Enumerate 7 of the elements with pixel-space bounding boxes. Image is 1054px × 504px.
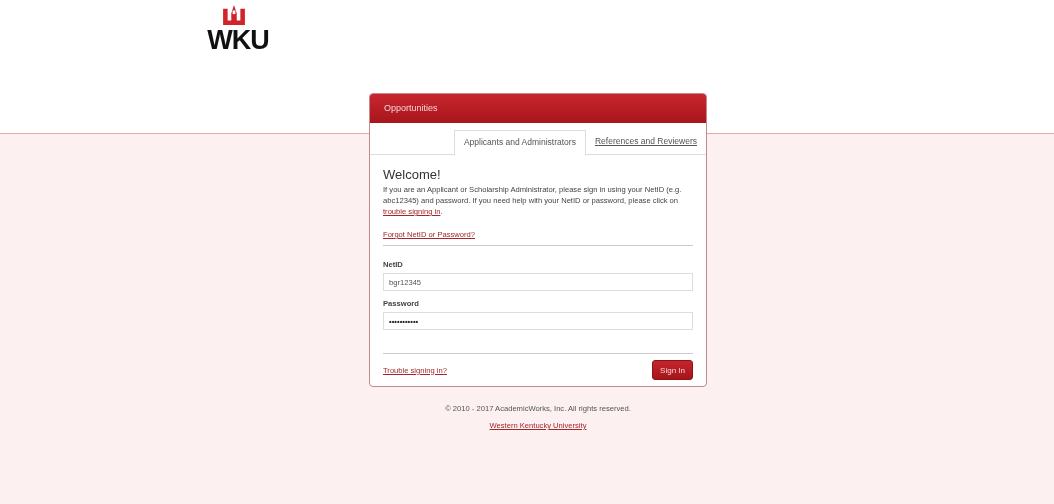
sign-in-button[interactable]: Sign In [652, 360, 693, 380]
tab[interactable]: Applicants and Administrators [453, 130, 586, 156]
logo-text: WKU [207, 25, 269, 55]
tower-emblem-icon [223, 5, 245, 25]
card-header: Opportunities [370, 94, 706, 123]
welcome-heading: Welcome! [383, 167, 442, 182]
tab[interactable]: References and Reviewers [585, 130, 706, 154]
